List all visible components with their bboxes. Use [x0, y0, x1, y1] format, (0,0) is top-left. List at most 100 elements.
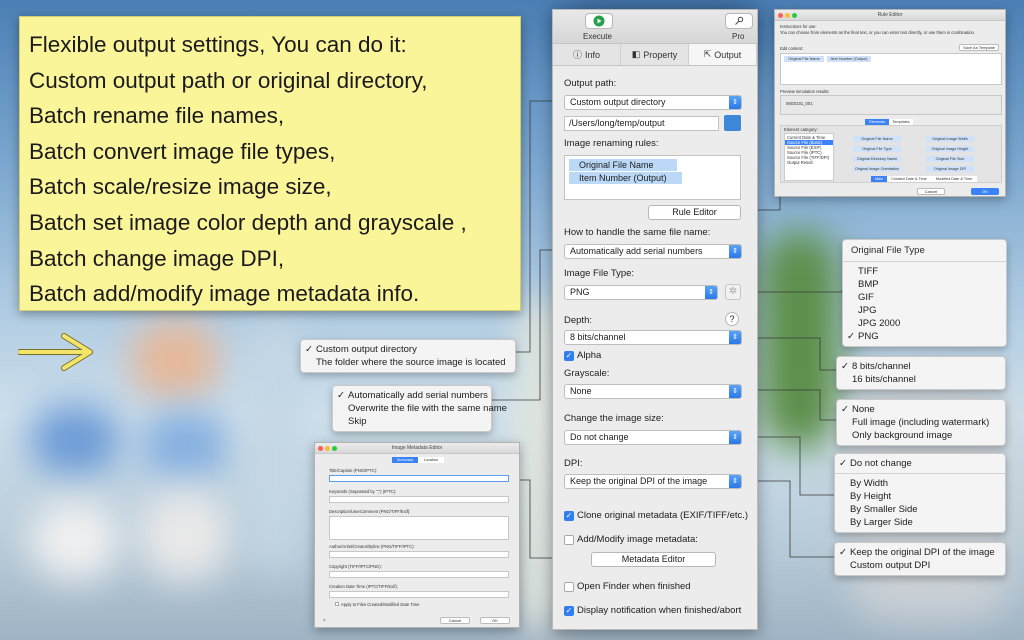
menu-item-label: 8 bits/channel	[852, 361, 911, 372]
add-modify-metadata-checkbox[interactable]: Add/Modify image metadata:	[564, 534, 698, 545]
menu-item[interactable]: Custom output DPI	[835, 559, 1005, 572]
menu-item-label: GIF	[858, 292, 874, 303]
element-button[interactable]: Original Image DPI	[926, 166, 974, 172]
tab-property[interactable]: ◧ Property	[621, 44, 689, 65]
pro-button[interactable]	[725, 13, 753, 29]
output-path-select[interactable]: Custom output directory ⇕	[564, 95, 742, 110]
menu-separator	[843, 261, 1006, 262]
close-icon[interactable]	[318, 446, 323, 451]
folder-icon[interactable]	[724, 115, 741, 131]
tab-modified-date[interactable]: Modified Date & Time	[931, 176, 977, 182]
creation-date-input[interactable]	[329, 591, 509, 598]
gear-icon[interactable]: ✲	[725, 284, 741, 300]
element-button[interactable]: Original File Name	[853, 136, 901, 142]
zoom-icon[interactable]	[332, 446, 337, 451]
cancel-button[interactable]: Cancel	[440, 617, 470, 624]
clone-metadata-checkbox[interactable]: ✓ Clone original metadata (EXIF/TIFF/etc.…	[564, 510, 748, 521]
tab-info[interactable]: ⓘ Info	[553, 44, 621, 65]
element-button[interactable]: Original Directory Name	[853, 156, 901, 162]
preview-value: IMG0101_001	[786, 101, 813, 106]
cancel-button[interactable]: Cancel	[917, 188, 945, 195]
minimize-icon[interactable]	[325, 446, 330, 451]
help-button[interactable]: ?	[725, 312, 739, 326]
element-button[interactable]: Original File Type	[853, 146, 901, 152]
element-button[interactable]: Original File Size	[926, 156, 974, 162]
menu-item[interactable]: ✓ PNG	[843, 330, 1006, 343]
close-icon[interactable]	[778, 13, 783, 18]
checkbox-empty-icon	[564, 534, 574, 545]
menu-item[interactable]: BMP	[843, 278, 1006, 291]
tab-created-date[interactable]: Created Date & Time	[887, 176, 931, 182]
copyright-input[interactable]	[329, 571, 509, 578]
keywords-input[interactable]	[329, 496, 509, 503]
menu-item[interactable]: By Smaller Side	[835, 503, 1005, 516]
output-path-field[interactable]: /Users/long/temp/output	[564, 116, 719, 131]
menu-item[interactable]: 16 bits/channel	[837, 373, 1005, 386]
menu-item[interactable]: JPG	[843, 304, 1006, 317]
category-list: Current Date & Time Source File (Basic) …	[784, 133, 834, 181]
rule-edit-field[interactable]: Original File Name Item Number (Output)	[780, 53, 1002, 85]
menu-item[interactable]: ✓ 8 bits/channel	[837, 360, 1005, 373]
menu-item[interactable]: ✓ Automatically add serial numbers	[333, 389, 491, 402]
metadata-editor-button[interactable]: Metadata Editor	[591, 552, 716, 567]
tab-summary[interactable]: Summary	[392, 457, 418, 463]
rule-editor-button[interactable]: Rule Editor	[648, 205, 741, 220]
menu-item[interactable]: Only background image	[837, 429, 1005, 442]
same-name-select[interactable]: Automatically add serial numbers ⇕	[564, 244, 742, 259]
chevron-updown-icon: ⇕	[729, 385, 741, 398]
menu-item[interactable]: By Width	[835, 477, 1005, 490]
help-button[interactable]: ?	[323, 618, 325, 623]
apply-dates-checkbox[interactable]: Apply to Files Created/Modified Date Tim…	[335, 602, 419, 607]
dpi-select[interactable]: Keep the original DPI of the image ⇕	[564, 474, 742, 489]
menu-item[interactable]: The folder where the source image is loc…	[301, 356, 515, 369]
ok-button[interactable]: OK	[971, 188, 999, 195]
file-type-menu: Original File Type TIFF BMP GIF JPG JPG …	[842, 239, 1007, 347]
element-button[interactable]: Original Image Width	[926, 136, 974, 142]
save-template-button[interactable]: Save As Template	[959, 44, 999, 51]
checkmark-icon: ✓	[337, 390, 345, 401]
menu-item[interactable]: GIF	[843, 291, 1006, 304]
menu-item-label: Only background image	[852, 430, 953, 441]
tab-location[interactable]: Location	[418, 457, 444, 463]
menu-item[interactable]: By Height	[835, 490, 1005, 503]
menu-item[interactable]: TIFF	[843, 265, 1006, 278]
tab-output[interactable]: ⇱ Output	[689, 44, 757, 65]
resize-select[interactable]: Do not change ⇕	[564, 430, 742, 445]
author-input[interactable]	[329, 551, 509, 558]
menu-item[interactable]: ✓ Keep the original DPI of the image	[835, 546, 1005, 559]
element-button[interactable]: Original Image Height	[926, 146, 974, 152]
file-type-select[interactable]: PNG ⇕	[564, 285, 718, 300]
description-input[interactable]	[329, 516, 509, 540]
menu-item[interactable]: Full image (including watermark)	[837, 416, 1005, 429]
title-input[interactable]	[329, 475, 509, 482]
metadata-editor-window: Image Metadata Editor Summary Location T…	[314, 442, 520, 628]
menu-item[interactable]: JPG 2000	[843, 317, 1006, 330]
edit-content-label: Edit content:	[780, 46, 804, 51]
ok-button[interactable]: OK	[480, 617, 510, 624]
checkmark-icon: ✓	[841, 361, 849, 372]
menu-item[interactable]: Skip	[333, 415, 491, 428]
notify-checkbox[interactable]: ✓ Display notification when finished/abor…	[564, 605, 741, 616]
checkmark-icon: ✓	[564, 350, 574, 361]
menu-item[interactable]: ✓ Do not change	[835, 457, 1005, 470]
tab-main[interactable]: Main	[871, 176, 887, 182]
menu-item[interactable]: ✓ None	[837, 403, 1005, 416]
same-name-menu: ✓ Automatically add serial numbers Overwr…	[332, 385, 507, 432]
open-finder-label: Open Finder when finished	[577, 581, 691, 592]
category-item[interactable]: Output Result	[787, 160, 813, 165]
menu-item[interactable]: By Larger Side	[835, 516, 1005, 529]
menu-item[interactable]: Overwrite the file with the same name	[333, 402, 507, 415]
depth-select[interactable]: 8 bits/channel ⇕	[564, 330, 742, 345]
open-finder-checkbox[interactable]: Open Finder when finished	[564, 581, 691, 592]
note-line: Custom output path or original directory…	[29, 67, 428, 93]
zoom-icon[interactable]	[792, 13, 797, 18]
key-icon	[735, 16, 744, 25]
execute-button[interactable]	[585, 13, 613, 29]
menu-item[interactable]: ✓ Custom output directory	[301, 343, 515, 356]
grayscale-select[interactable]: None ⇕	[564, 384, 742, 399]
alpha-checkbox[interactable]: ✓ Alpha	[564, 350, 601, 361]
minimize-icon[interactable]	[785, 13, 790, 18]
window-titlebar: Image Metadata Editor	[315, 443, 519, 454]
element-button[interactable]: Original Image Orientation	[853, 166, 901, 172]
renaming-rules-field[interactable]: Original File Name Item Number (Output)	[564, 155, 741, 200]
